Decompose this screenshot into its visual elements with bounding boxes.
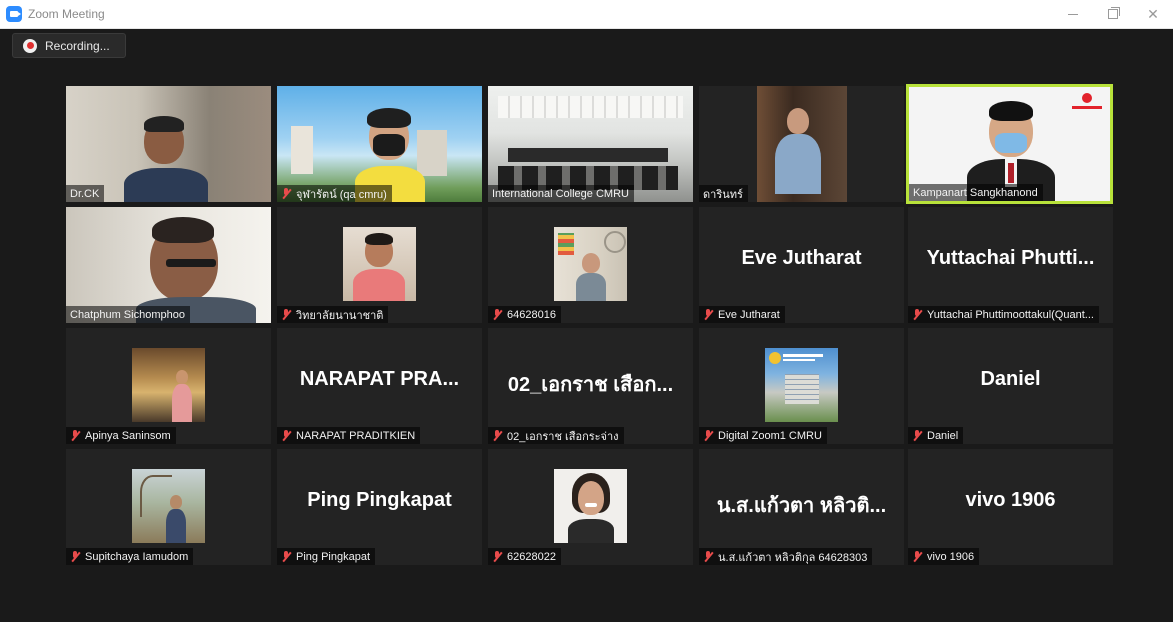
muted-mic-icon xyxy=(70,550,81,563)
muted-mic-icon xyxy=(492,429,503,442)
participant-display-name: Ping Pingkapat xyxy=(307,489,452,511)
zoom-logo-icon xyxy=(6,6,22,22)
muted-mic-icon xyxy=(703,308,714,321)
recording-icon xyxy=(23,38,37,53)
participant-tile[interactable]: Dr.CK xyxy=(66,86,271,202)
window-controls: ✕ xyxy=(1053,0,1173,28)
participant-tile[interactable]: International College CMRU xyxy=(488,86,693,202)
participant-tile[interactable]: วิทยาลัยนานาชาติ xyxy=(277,207,482,323)
participant-name: Kampanart Sangkhanond xyxy=(909,184,1043,201)
muted-mic-icon xyxy=(912,429,923,442)
participant-display-name: Eve Jutharat xyxy=(741,247,862,269)
participant-tile[interactable]: Chatphum Sichomphoo xyxy=(66,207,271,323)
recording-label: Recording... xyxy=(45,38,110,53)
participant-video xyxy=(132,469,205,543)
participant-name: Daniel xyxy=(908,427,964,444)
participant-tile[interactable]: vivo 1906 vivo 1906 xyxy=(908,449,1113,565)
participant-video xyxy=(554,227,627,301)
participant-tile[interactable]: จุฬารัตน์ (qa cmru) xyxy=(277,86,482,202)
participant-display-name: Daniel xyxy=(980,368,1041,390)
participant-display-name: 02_เอกราช เสือก... xyxy=(507,374,674,396)
participant-tile[interactable]: ดารินทร์ xyxy=(699,86,904,202)
restore-icon[interactable] xyxy=(1093,0,1133,28)
participant-tile[interactable]: Digital Zoom1 CMRU xyxy=(699,328,904,444)
participant-tile[interactable]: Apinya Saninsom xyxy=(66,328,271,444)
participant-name: 62628022 xyxy=(488,548,561,565)
muted-mic-icon xyxy=(281,308,292,321)
participant-video xyxy=(132,348,205,422)
window-title: Zoom Meeting xyxy=(28,7,105,21)
participant-tile[interactable]: น.ส.แก้วตา หลิวติ... น.ส.แก้วตา หลิวติกุ… xyxy=(699,449,904,565)
muted-mic-icon xyxy=(492,550,503,563)
participant-video xyxy=(554,469,627,543)
participant-name: NARAPAT PRADITKIEN xyxy=(277,427,421,444)
participant-name: น.ส.แก้วตา หลิวติกุล 64628303 xyxy=(699,548,873,565)
participant-name: Eve Jutharat xyxy=(699,306,785,323)
participant-display-name: NARAPAT PRA... xyxy=(299,368,460,390)
participant-tile[interactable]: 62628022 xyxy=(488,449,693,565)
participant-name: International College CMRU xyxy=(488,185,634,202)
muted-mic-icon xyxy=(281,550,292,563)
muted-mic-icon xyxy=(912,308,923,321)
close-icon[interactable]: ✕ xyxy=(1133,0,1173,28)
muted-mic-icon xyxy=(703,429,714,442)
participant-name: vivo 1906 xyxy=(908,548,980,565)
participant-name: จุฬารัตน์ (qa cmru) xyxy=(277,185,392,202)
participant-name: Apinya Saninsom xyxy=(66,427,176,444)
participant-video xyxy=(343,227,416,301)
participant-name: Yuttachai Phuttimoottakul(Quant... xyxy=(908,306,1099,323)
participant-tile[interactable]: Eve Jutharat Eve Jutharat xyxy=(699,207,904,323)
participant-display-name: น.ส.แก้วตา หลิวติ... xyxy=(716,495,887,517)
participant-video xyxy=(757,86,847,202)
participant-tile[interactable]: Ping Pingkapat Ping Pingkapat xyxy=(277,449,482,565)
participant-name: ดารินทร์ xyxy=(699,185,748,202)
participant-video xyxy=(765,348,838,422)
participant-name: Digital Zoom1 CMRU xyxy=(699,427,827,444)
participant-name: 64628016 xyxy=(488,306,561,323)
participant-tile[interactable]: NARAPAT PRA... NARAPAT PRADITKIEN xyxy=(277,328,482,444)
participant-tile[interactable]: 02_เอกราช เสือก... 02_เอกราช เสือกระจ่าง xyxy=(488,328,693,444)
title-bar: Zoom Meeting ✕ xyxy=(0,0,1173,29)
participant-name: Ping Pingkapat xyxy=(277,548,375,565)
recording-indicator[interactable]: Recording... xyxy=(12,33,126,58)
participant-name: Supitchaya Iamudom xyxy=(66,548,194,565)
participant-tile-active-speaker[interactable]: Kampanart Sangkhanond xyxy=(906,84,1113,204)
muted-mic-icon xyxy=(281,187,292,200)
university-logo xyxy=(769,352,781,364)
muted-mic-icon xyxy=(703,550,714,563)
participant-name: Chatphum Sichomphoo xyxy=(66,306,190,323)
participant-tile[interactable]: 64628016 xyxy=(488,207,693,323)
participant-name: 02_เอกราช เสือกระจ่าง xyxy=(488,427,624,444)
company-logo xyxy=(1072,93,1102,111)
muted-mic-icon xyxy=(492,308,503,321)
muted-mic-icon xyxy=(70,429,81,442)
participant-tile[interactable]: Yuttachai Phutti... Yuttachai Phuttimoot… xyxy=(908,207,1113,323)
participant-display-name: vivo 1906 xyxy=(965,489,1056,511)
minimize-icon[interactable] xyxy=(1053,0,1093,28)
participant-tile[interactable]: Daniel Daniel xyxy=(908,328,1113,444)
participant-display-name: Yuttachai Phutti... xyxy=(926,247,1095,269)
muted-mic-icon xyxy=(281,429,292,442)
muted-mic-icon xyxy=(912,550,923,563)
participant-name: Dr.CK xyxy=(66,185,105,202)
participant-tile[interactable]: Supitchaya Iamudom xyxy=(66,449,271,565)
participant-name: วิทยาลัยนานาชาติ xyxy=(277,306,389,323)
